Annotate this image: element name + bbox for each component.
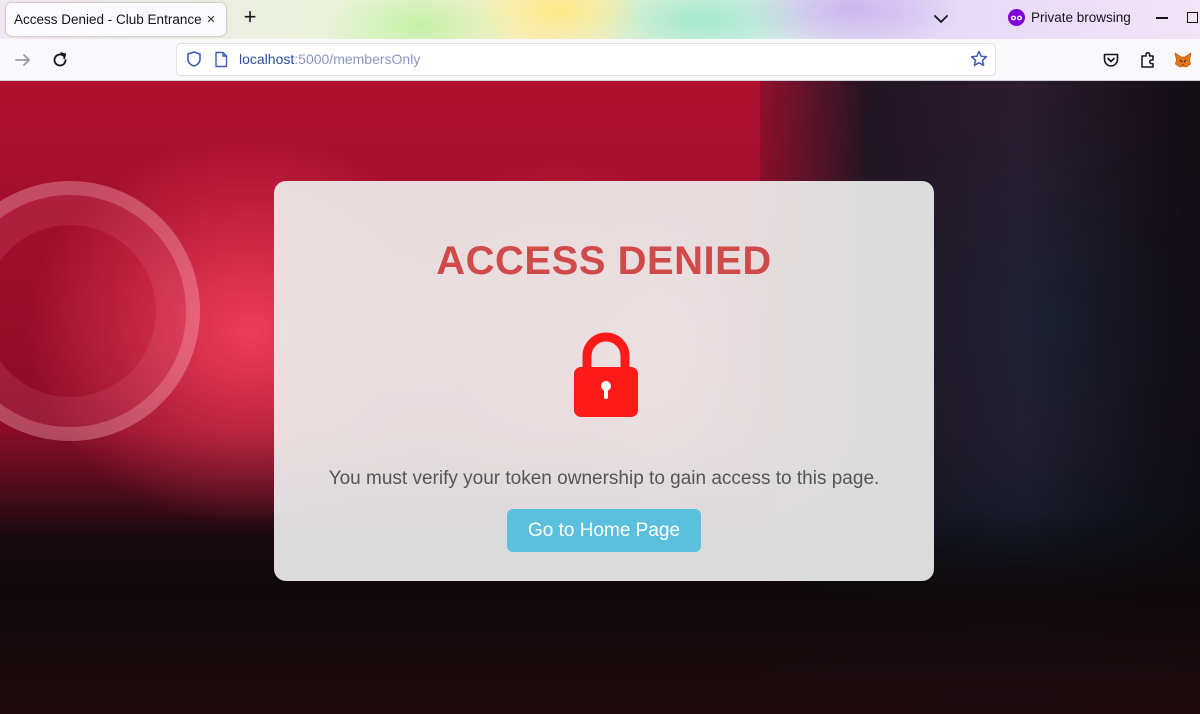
url-path: :5000/membersOnly [294, 51, 421, 67]
private-browsing-indicator: Private browsing [1008, 9, 1131, 26]
url-text[interactable]: localhost:5000/membersOnly [239, 51, 420, 67]
chevron-down-icon[interactable] [930, 8, 952, 30]
pocket-icon[interactable] [1102, 51, 1120, 69]
tab-title: Access Denied - Club Entrance [14, 12, 202, 27]
minimize-icon[interactable] [1156, 17, 1168, 19]
address-bar[interactable]: localhost:5000/membersOnly [177, 44, 995, 75]
navigation-toolbar: localhost:5000/membersOnly [0, 39, 1200, 81]
tab-bar: Access Denied - Club Entrance × + Privat… [0, 0, 1200, 39]
page-title: ACCESS DENIED [436, 239, 772, 283]
lock-icon [572, 331, 640, 419]
reload-icon[interactable] [49, 49, 71, 71]
forward-arrow-icon[interactable] [12, 49, 34, 71]
tab-active[interactable]: Access Denied - Club Entrance × [6, 3, 226, 36]
shield-icon[interactable] [185, 50, 203, 68]
access-denied-card: ACCESS DENIED You must verify your token… [274, 181, 934, 581]
page-icon [214, 51, 228, 68]
access-message: You must verify your token ownership to … [328, 468, 880, 489]
private-mask-icon [1008, 9, 1025, 26]
extensions-icon[interactable] [1138, 50, 1158, 70]
plus-icon[interactable]: + [238, 6, 262, 30]
star-icon[interactable] [969, 49, 989, 69]
background-photo-swirl [0, 181, 200, 441]
go-home-button[interactable]: Go to Home Page [507, 509, 701, 552]
page-viewport: ⁣ ACCESS DENIED You must verify your tok… [0, 81, 1200, 714]
maximize-icon[interactable] [1187, 12, 1198, 23]
private-browsing-label: Private browsing [1031, 10, 1131, 25]
url-host: localhost [239, 51, 295, 67]
metamask-fox-icon[interactable] [1173, 50, 1193, 70]
close-icon[interactable]: × [204, 11, 218, 28]
